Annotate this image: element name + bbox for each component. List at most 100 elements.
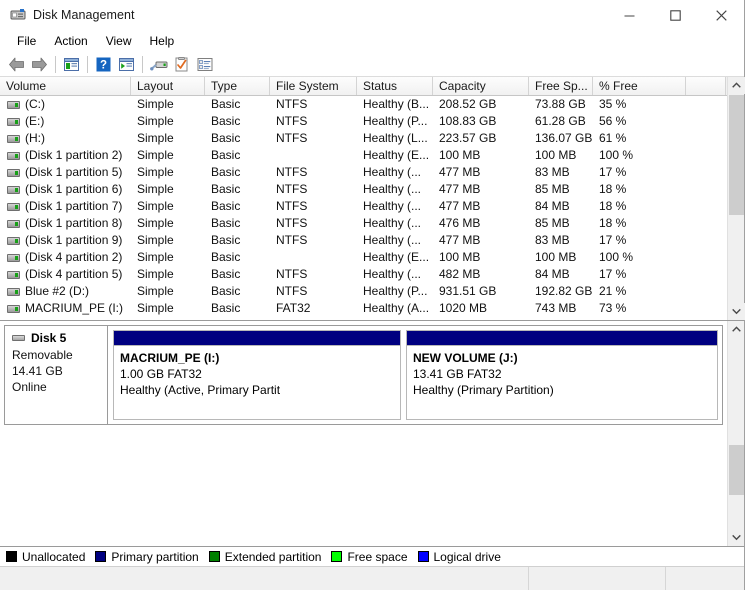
- table-row[interactable]: (H:) Simple Basic NTFS Healthy (L... 223.57 G…: [0, 130, 744, 147]
- table-row[interactable]: (Disk 1 partition 2) Simple Basic Healthy (…: [0, 147, 744, 164]
- properties-icon[interactable]: [170, 53, 193, 75]
- table-row[interactable]: (Disk 1 partition 8) Simple Basic NTFS Healt…: [0, 215, 744, 232]
- table-row[interactable]: (Disk 4 partition 2) Simple Basic Healthy (…: [0, 249, 744, 266]
- cell-layout: Simple: [137, 284, 174, 298]
- cell-volume: (Disk 1 partition 9): [25, 233, 123, 247]
- cell-type: Basic: [211, 165, 241, 179]
- cell-capacity: 482 MB: [439, 267, 481, 281]
- cell-pctfree: 73 %: [599, 301, 627, 315]
- cell-status: Healthy (B...: [363, 97, 430, 111]
- minimize-button[interactable]: [606, 0, 652, 30]
- toolbar-separator: [87, 55, 88, 73]
- scroll-down-icon[interactable]: [728, 303, 745, 320]
- column-header-capacity[interactable]: Capacity: [433, 77, 529, 95]
- legend-item: Primary partition: [95, 550, 199, 564]
- partition-block[interactable]: NEW VOLUME (J:) 13.41 GB FAT32 Healthy (Pr…: [406, 330, 718, 420]
- table-row[interactable]: MACRIUM_PE (I:) Simple Basic FAT32 Healthy (…: [0, 300, 744, 317]
- cell-layout: Simple: [137, 148, 174, 162]
- volume-drive-icon: [7, 100, 20, 109]
- up-one-level-icon[interactable]: [60, 53, 83, 75]
- cell-free: 743 MB: [535, 301, 577, 315]
- cell-capacity: 100 MB: [439, 148, 481, 162]
- menu-bar: File Action View Help: [0, 30, 744, 52]
- cell-filesystem: NTFS: [276, 284, 308, 298]
- status-segment-3: [666, 567, 744, 590]
- volume-drive-icon: [7, 287, 20, 296]
- table-row[interactable]: (C:) Simple Basic NTFS Healthy (B... 208.52 G…: [0, 96, 744, 113]
- column-header-filesystem[interactable]: File System: [270, 77, 357, 95]
- cell-free: 85 MB: [535, 216, 570, 230]
- forward-icon[interactable]: [28, 53, 51, 75]
- help-icon[interactable]: ?: [92, 53, 115, 75]
- disk-header: Disk 5: [12, 331, 107, 345]
- volume-list-scrollbar[interactable]: [727, 77, 745, 320]
- cell-status: Healthy (P...: [363, 284, 428, 298]
- volume-drive-icon: [7, 117, 20, 126]
- cell-status: Healthy (...: [363, 216, 422, 230]
- scroll-up-icon[interactable]: [728, 321, 744, 338]
- rescan-disks-icon[interactable]: [147, 53, 170, 75]
- svg-text:?: ?: [100, 59, 107, 71]
- table-row[interactable]: (Disk 1 partition 5) Simple Basic NTFS Healt…: [0, 164, 744, 181]
- column-header-type[interactable]: Type: [205, 77, 270, 95]
- table-row[interactable]: Blue #2 (D:) Simple Basic NTFS Healthy (P...…: [0, 283, 744, 300]
- table-row[interactable]: (Disk 1 partition 6) Simple Basic NTFS Healt…: [0, 181, 744, 198]
- cell-layout: Simple: [137, 216, 174, 230]
- column-header-spare[interactable]: [686, 77, 726, 95]
- maximize-button[interactable]: [652, 0, 698, 30]
- scroll-up-icon[interactable]: [728, 77, 745, 94]
- partition-label: NEW VOLUME (J:): [413, 351, 518, 365]
- partition-strip: MACRIUM_PE (I:) 1.00 GB FAT32 Healthy (Act…: [108, 325, 723, 425]
- menu-file[interactable]: File: [8, 31, 45, 51]
- table-row[interactable]: (E:) Simple Basic NTFS Healthy (P... 108.83 G…: [0, 113, 744, 130]
- partition-size-fs: 1.00 GB FAT32: [120, 367, 202, 381]
- scroll-down-icon[interactable]: [728, 529, 744, 546]
- cell-pctfree: 35 %: [599, 97, 627, 111]
- column-header-status[interactable]: Status: [357, 77, 433, 95]
- show-action-pane-icon[interactable]: [193, 53, 216, 75]
- cell-pctfree: 56 %: [599, 114, 627, 128]
- partition-details: MACRIUM_PE (I:) 1.00 GB FAT32 Healthy (Act…: [113, 345, 401, 420]
- column-header-layout[interactable]: Layout: [131, 77, 205, 95]
- menu-action[interactable]: Action: [45, 31, 96, 51]
- cell-free: 136.07 GB: [535, 131, 593, 145]
- disk-icon: [12, 335, 25, 341]
- cell-free: 84 MB: [535, 267, 570, 281]
- cell-capacity: 476 MB: [439, 216, 481, 230]
- table-row[interactable]: (Disk 1 partition 7) Simple Basic NTFS Healt…: [0, 198, 744, 215]
- volume-drive-icon: [7, 185, 20, 194]
- partition-block[interactable]: MACRIUM_PE (I:) 1.00 GB FAT32 Healthy (Act…: [113, 330, 401, 420]
- table-row[interactable]: (Disk 4 partition 5) Simple Basic NTFS Healt…: [0, 266, 744, 283]
- status-segment-2: [529, 567, 666, 590]
- legend-swatch: [417, 551, 429, 562]
- cell-capacity: 477 MB: [439, 182, 481, 196]
- cell-capacity: 477 MB: [439, 165, 481, 179]
- cell-type: Basic: [211, 114, 241, 128]
- cell-free: 73.88 GB: [535, 97, 586, 111]
- table-row[interactable]: (Disk 1 partition 9) Simple Basic NTFS Healt…: [0, 232, 744, 249]
- cell-layout: Simple: [137, 250, 174, 264]
- cell-layout: Simple: [137, 267, 174, 281]
- cell-status: Healthy (A...: [363, 301, 430, 315]
- column-header-pctfree[interactable]: % Free: [593, 77, 686, 95]
- back-icon[interactable]: [5, 53, 28, 75]
- disk-info-panel[interactable]: Disk 5 Removable 14.41 GB Online: [4, 325, 108, 425]
- graphical-view-scrollbar[interactable]: [727, 321, 744, 546]
- column-header-free[interactable]: Free Sp...: [529, 77, 593, 95]
- cell-filesystem: NTFS: [276, 114, 308, 128]
- cell-layout: Simple: [137, 301, 174, 315]
- cell-status: Healthy (...: [363, 182, 422, 196]
- cell-status: Healthy (P...: [363, 114, 428, 128]
- cell-volume: (Disk 4 partition 2): [25, 250, 123, 264]
- menu-help[interactable]: Help: [141, 31, 184, 51]
- show-hide-console-tree-icon[interactable]: [115, 53, 138, 75]
- cell-filesystem: NTFS: [276, 267, 308, 281]
- partition-type-band: [113, 330, 401, 345]
- scroll-thumb[interactable]: [729, 445, 744, 495]
- volume-drive-icon: [7, 134, 20, 143]
- menu-view[interactable]: View: [97, 31, 141, 51]
- column-header-volume[interactable]: Volume: [0, 77, 131, 95]
- scroll-thumb[interactable]: [729, 95, 744, 215]
- volume-list-rows: (C:) Simple Basic NTFS Healthy (B... 208.52 G…: [0, 96, 744, 320]
- close-button[interactable]: [698, 0, 744, 30]
